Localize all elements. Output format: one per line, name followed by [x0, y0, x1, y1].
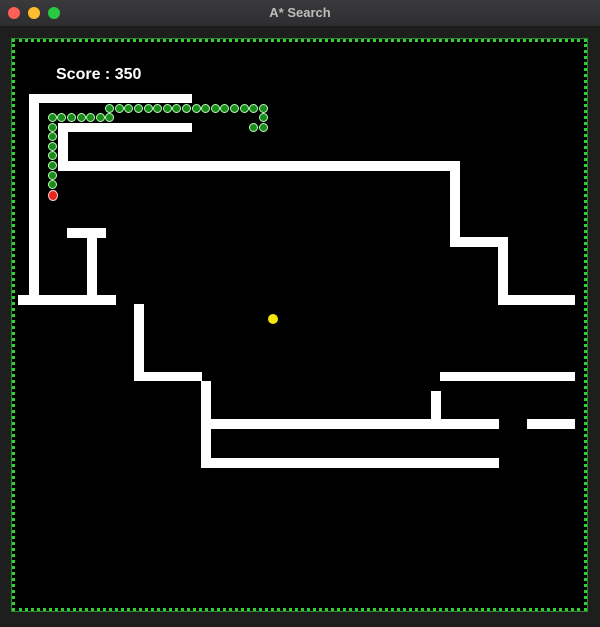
app-window: A* Search Score : 350: [0, 0, 600, 627]
wall: [29, 94, 39, 299]
wall: [498, 295, 575, 305]
wall: [58, 161, 460, 171]
snake-segment: [259, 104, 268, 113]
wall: [134, 372, 202, 381]
snake-segment: [48, 180, 57, 189]
wall: [431, 391, 441, 429]
snake-segment: [48, 161, 57, 170]
snake-segment: [67, 113, 76, 122]
snake-segment: [211, 104, 220, 113]
snake-segment: [48, 113, 57, 122]
wall: [201, 458, 499, 468]
wall: [134, 304, 144, 381]
wall: [87, 228, 97, 302]
title-bar: A* Search: [0, 0, 600, 27]
window-title: A* Search: [269, 5, 331, 20]
food-pellet: [268, 314, 278, 324]
snake-segment: [153, 104, 162, 113]
snake-segment: [134, 104, 143, 113]
snake-segment: [163, 104, 172, 113]
snake-segment: [172, 104, 181, 113]
snake-segment: [240, 104, 249, 113]
snake-segment: [259, 113, 268, 122]
snake-segment: [57, 113, 66, 122]
snake-segment: [249, 123, 258, 132]
snake-segment: [124, 104, 133, 113]
snake-segment: [201, 104, 210, 113]
snake-segment: [77, 113, 86, 122]
snake-segment: [48, 142, 57, 151]
wall: [450, 161, 460, 247]
wall: [58, 123, 192, 132]
wall: [201, 419, 499, 429]
snake-segment: [192, 104, 201, 113]
snake-segment: [259, 123, 268, 132]
snake-segment: [105, 113, 114, 122]
snake-segment: [48, 132, 57, 141]
score-label: Score : 350: [56, 66, 142, 83]
snake-head: [48, 190, 58, 201]
snake-segment: [105, 104, 114, 113]
snake-segment: [48, 171, 57, 180]
snake-segment: [48, 151, 57, 160]
snake-segment: [115, 104, 124, 113]
game-canvas: Score : 350: [0, 27, 600, 627]
wall: [18, 295, 116, 305]
snake-segment: [48, 123, 57, 132]
snake-segment: [230, 104, 239, 113]
snake-segment: [144, 104, 153, 113]
wall: [29, 94, 192, 103]
snake-segment: [96, 113, 105, 122]
snake-segment: [220, 104, 229, 113]
wall: [527, 419, 575, 429]
snake-segment: [182, 104, 191, 113]
snake-segment: [249, 104, 258, 113]
wall: [440, 372, 575, 381]
snake-segment: [86, 113, 95, 122]
